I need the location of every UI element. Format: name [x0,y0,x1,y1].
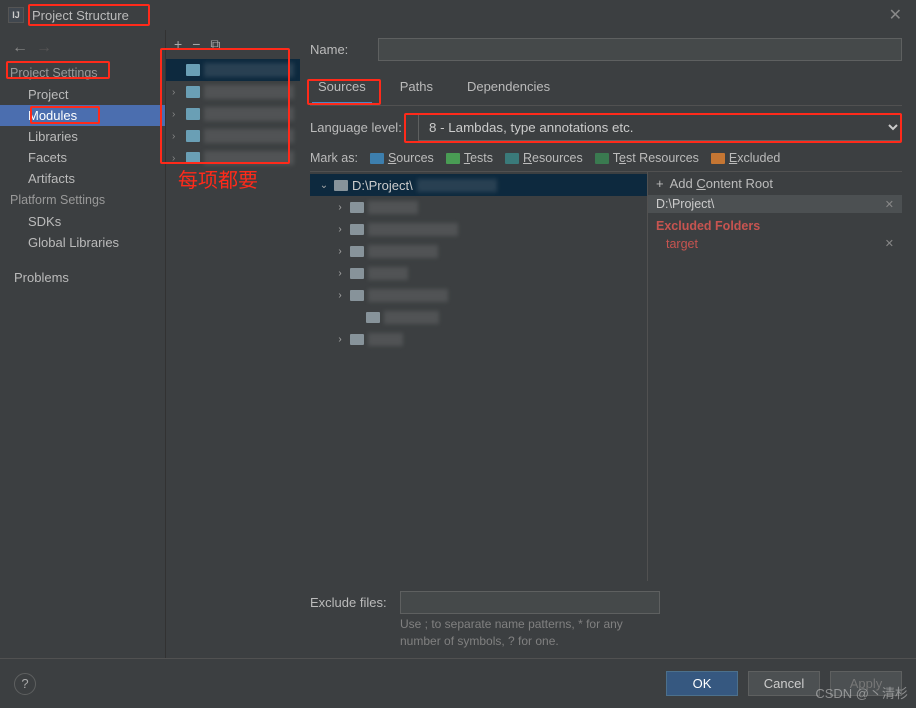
close-icon[interactable]: ✕ [883,5,908,25]
module-item[interactable]: › [166,125,300,147]
folder-icon [505,153,519,164]
content-root-path[interactable]: D:\Project\✕ [648,195,902,213]
folder-icon [334,180,348,191]
tab-dependencies[interactable]: Dependencies [461,75,556,105]
module-item[interactable]: › [166,147,300,169]
folder-icon [446,153,460,164]
folder-icon [366,312,380,323]
modules-column: + − ⧉ › › › › [165,30,300,658]
mark-test-resources[interactable]: Test Resources [595,151,699,165]
module-icon [186,108,200,120]
name-label: Name: [310,42,370,57]
module-label [204,107,294,121]
module-icon [186,130,200,142]
folder-icon [595,153,609,164]
module-icon [186,64,200,76]
sidebar-item-sdks[interactable]: SDKs [0,211,165,232]
module-icon [186,152,200,164]
watermark: CSDN @丶清杉 [815,683,908,702]
remove-module-icon[interactable]: − [192,36,200,53]
excluded-folders-header: Excluded Folders [648,213,902,235]
sidebar-item-artifacts[interactable]: Artifacts [0,168,165,189]
section-platform-settings: Platform Settings [0,189,165,211]
main-area: ← → Project Settings Project Modules Lib… [0,30,916,658]
sidebar-item-facets[interactable]: Facets [0,147,165,168]
tree-item[interactable]: › [310,196,647,218]
mark-sources[interactable]: Sources [370,151,434,165]
mark-as-label: Mark as: [310,151,358,165]
sidebar-item-global-libraries[interactable]: Global Libraries [0,232,165,253]
footer: ? OK Cancel Apply [0,658,916,708]
window-title: Project Structure [32,8,129,23]
content-panel: Name: Sources Paths Dependencies Languag… [300,30,916,658]
sidebar-item-project[interactable]: Project [0,84,165,105]
language-level-label: Language level: [310,120,410,135]
tab-paths[interactable]: Paths [394,75,439,105]
mark-tests[interactable]: Tests [446,151,493,165]
source-tree[interactable]: ⌄D:\Project\ › › › › › › [310,172,647,581]
forward-icon[interactable]: → [36,39,52,57]
module-label [204,63,294,77]
module-icon [186,86,200,98]
tabs: Sources Paths Dependencies [310,71,902,106]
tree-item[interactable] [310,306,647,328]
tree-item[interactable]: › [310,218,647,240]
exclude-files-row: Exclude files: [310,581,902,616]
sidebar-item-modules[interactable]: Modules [0,105,165,126]
titlebar: IJ Project Structure ✕ [0,0,916,30]
add-module-icon[interactable]: + [174,36,182,53]
remove-icon[interactable]: ✕ [885,198,894,211]
name-row: Name: [310,38,902,61]
exclude-files-input[interactable] [400,591,660,614]
folder-icon [350,334,364,345]
language-level-row: Language level: 8 - Lambdas, type annota… [310,114,902,141]
name-input[interactable] [378,38,902,61]
module-item[interactable]: › [166,81,300,103]
module-label [204,129,294,143]
module-item[interactable]: › [166,103,300,125]
module-item[interactable] [166,59,300,81]
folder-icon [370,153,384,164]
sidebar-item-libraries[interactable]: Libraries [0,126,165,147]
folder-icon [350,202,364,213]
tree-item[interactable]: › [310,262,647,284]
mark-as-row: Mark as: Sources Tests Resources Test Re… [310,151,902,165]
mark-resources[interactable]: Resources [505,151,583,165]
exclude-files-label: Exclude files: [310,595,392,610]
remove-icon[interactable]: ✕ [885,237,894,251]
tree-item[interactable]: › [310,328,647,350]
folder-icon [350,268,364,279]
folder-icon [350,224,364,235]
module-label [204,85,294,99]
module-label [204,151,294,165]
add-content-root[interactable]: Add Content Root [648,172,902,195]
sources-area: ⌄D:\Project\ › › › › › › Add Content Roo… [310,171,902,581]
ok-button[interactable]: OK [666,671,738,696]
folder-icon [350,246,364,257]
back-icon[interactable]: ← [12,39,28,57]
folder-icon [350,290,364,301]
tree-item[interactable]: › [310,284,647,306]
cancel-button[interactable]: Cancel [748,671,820,696]
tree-item[interactable]: › [310,240,647,262]
tree-root[interactable]: ⌄D:\Project\ [310,174,647,196]
exclude-files-hint: Use ; to separate name patterns, * for a… [310,616,902,650]
language-level-select[interactable]: 8 - Lambdas, type annotations etc. [418,114,902,141]
content-roots-panel: Add Content Root D:\Project\✕ Excluded F… [647,172,902,581]
excluded-folder-item[interactable]: target✕ [648,235,902,253]
copy-module-icon[interactable]: ⧉ [210,36,220,53]
help-button[interactable]: ? [14,673,36,695]
folder-icon [711,153,725,164]
tab-sources[interactable]: Sources [312,75,372,105]
mark-excluded[interactable]: Excluded [711,151,780,165]
app-icon: IJ [8,7,24,23]
nav-toolbar: ← → [0,34,165,62]
section-project-settings: Project Settings [0,62,165,84]
modules-toolbar: + − ⧉ [166,30,300,59]
sidebar-item-problems[interactable]: Problems [0,267,165,288]
sidebar: ← → Project Settings Project Modules Lib… [0,30,165,658]
